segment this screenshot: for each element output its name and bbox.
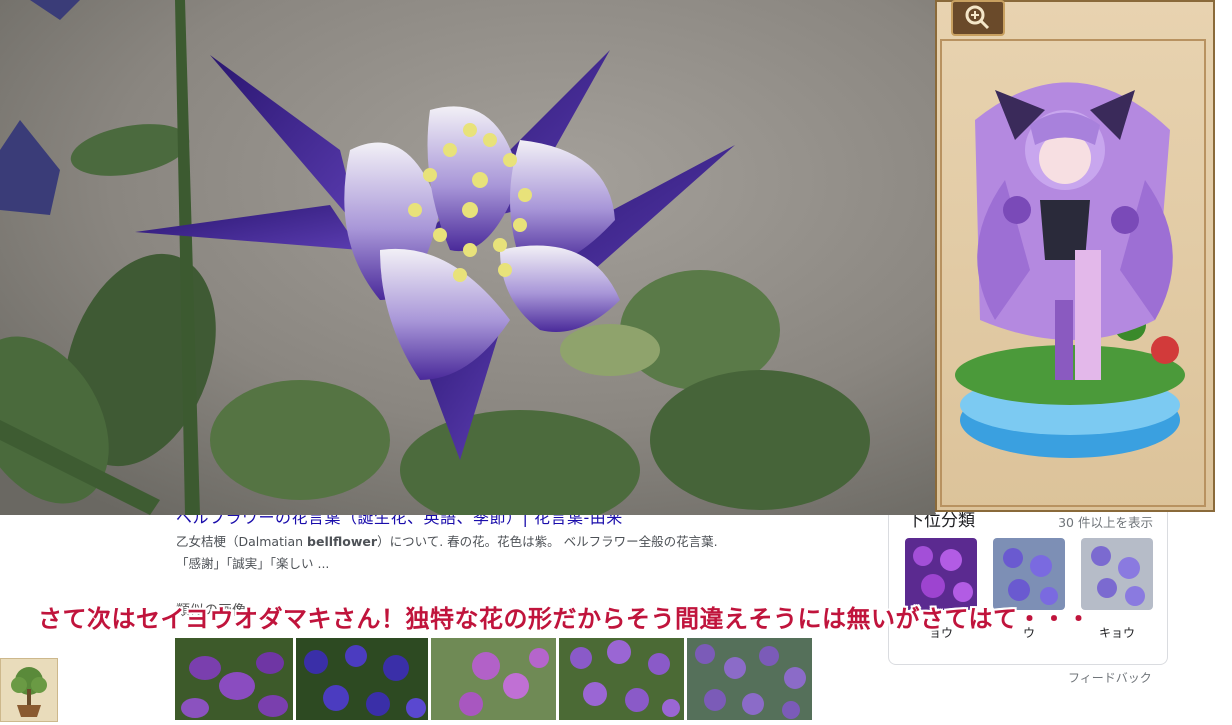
similar-images-strip (175, 638, 812, 720)
feedback-link[interactable]: フィードバック (1068, 669, 1152, 686)
similar-image-thumb[interactable] (296, 638, 428, 720)
similar-image-thumb[interactable] (431, 638, 556, 720)
snippet-text-post: ）について. 春の花。花色は紫。 ベルフラワー全般の花言葉. (377, 534, 718, 549)
bonsai-tree-icon[interactable] (0, 658, 58, 722)
zoom-button[interactable] (951, 0, 1005, 36)
snippet-keyword: bellflower (307, 534, 378, 549)
similar-image-thumb[interactable] (175, 638, 293, 720)
subtitle-caption: さて次はセイヨウオダマキさん！独特な花の形だからそう間違えそうには無いがさてはて… (38, 605, 1092, 633)
game-character-panel (933, 0, 1217, 514)
subcategory-panel: 下位分類 30 件以上を表示 ョウ ウ キョウ (888, 504, 1168, 665)
columbine-photo (0, 0, 935, 515)
similar-image-thumb[interactable] (559, 638, 684, 720)
subcategory-label: キョウ (1098, 626, 1135, 640)
similar-image-thumb[interactable] (687, 638, 812, 720)
subcategory-item[interactable]: キョウ (1081, 538, 1153, 641)
show-more-link[interactable]: 30 件以上を表示 (1058, 512, 1153, 531)
snippet-line-2: 「感謝」「誠実」「楽しい ... (176, 556, 330, 571)
result-snippet: 乙女桔梗（Dalmatian bellflower）について. 春の花。花色は紫… (176, 531, 796, 575)
snippet-text-pre: 乙女桔梗（Dalmatian (176, 534, 308, 549)
